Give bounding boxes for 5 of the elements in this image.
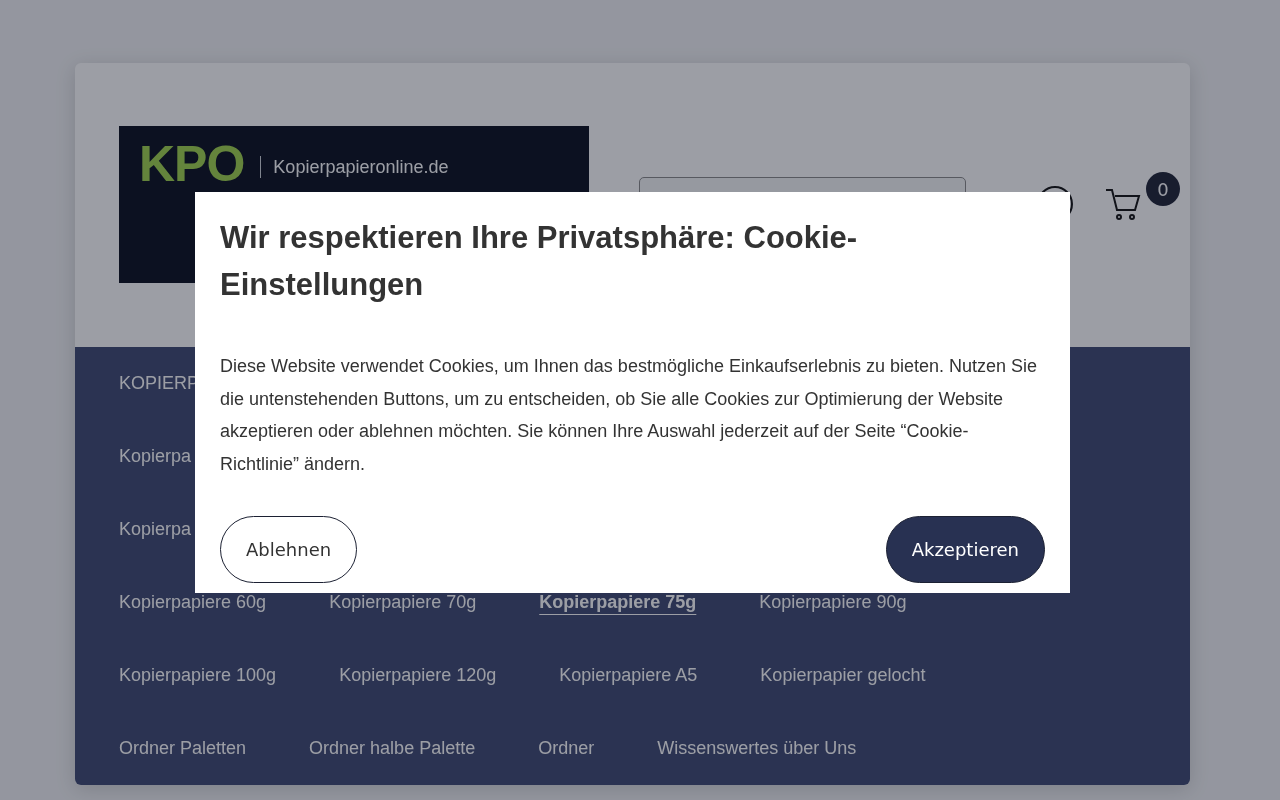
dialog-text: Diese Website verwendet Cookies, um Ihnen das bestmögliche Einkaufserlebnis zu bieten. Nutzen Sie die untenstehenden Buttons, um zu entscheiden, ob Sie alle Cookies zur Optimierung der Website akzeptieren oder ablehnen möchten. Sie können Ihre Auswahl jederzeit auf der Seite “Cookie-Richtlinie” ändern. bbox=[220, 355, 1039, 476]
dialog-title: Wir respektieren Ihre Privatsphäre: Cookie-Einstellungen bbox=[220, 219, 859, 304]
logo-text: Kopierpapieronline.de bbox=[260, 156, 449, 178]
cart-count: 0 bbox=[1146, 172, 1180, 206]
logo-mark: KPO bbox=[139, 138, 245, 190]
